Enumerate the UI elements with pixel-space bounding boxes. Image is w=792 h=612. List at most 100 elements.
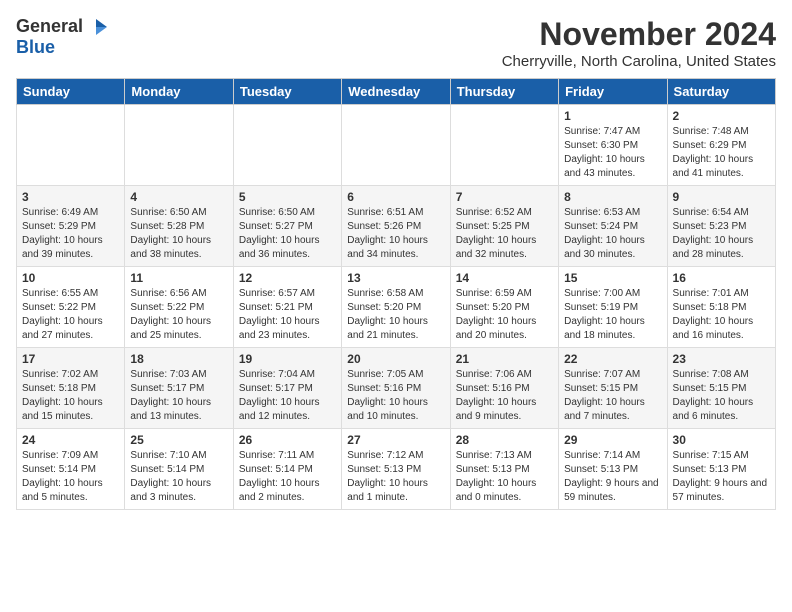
day-number: 3 <box>22 190 119 204</box>
day-number: 16 <box>673 271 770 285</box>
table-row: 4 Sunrise: 6:50 AMSunset: 5:28 PMDayligh… <box>125 186 233 267</box>
col-sunday: Sunday <box>17 79 125 105</box>
day-detail: Sunrise: 6:57 AMSunset: 5:21 PMDaylight:… <box>239 288 320 341</box>
table-row: 16 Sunrise: 7:01 AMSunset: 5:18 PMDaylig… <box>667 267 775 348</box>
logo-general-text: General <box>16 16 83 37</box>
day-detail: Sunrise: 7:10 AMSunset: 5:14 PMDaylight:… <box>130 450 211 503</box>
table-row: 24 Sunrise: 7:09 AMSunset: 5:14 PMDaylig… <box>17 429 125 510</box>
day-number: 8 <box>564 190 661 204</box>
calendar-week-row: 10 Sunrise: 6:55 AMSunset: 5:22 PMDaylig… <box>17 267 776 348</box>
col-wednesday: Wednesday <box>342 79 450 105</box>
day-detail: Sunrise: 7:13 AMSunset: 5:13 PMDaylight:… <box>456 450 537 503</box>
day-number: 7 <box>456 190 553 204</box>
day-number: 20 <box>347 352 444 366</box>
table-row: 11 Sunrise: 6:56 AMSunset: 5:22 PMDaylig… <box>125 267 233 348</box>
day-detail: Sunrise: 6:54 AMSunset: 5:23 PMDaylight:… <box>673 207 754 260</box>
day-number: 25 <box>130 433 227 447</box>
table-row: 2 Sunrise: 7:48 AMSunset: 6:29 PMDayligh… <box>667 105 775 186</box>
table-row: 14 Sunrise: 6:59 AMSunset: 5:20 PMDaylig… <box>450 267 558 348</box>
day-number: 15 <box>564 271 661 285</box>
day-detail: Sunrise: 7:09 AMSunset: 5:14 PMDaylight:… <box>22 450 103 503</box>
day-detail: Sunrise: 7:03 AMSunset: 5:17 PMDaylight:… <box>130 369 211 422</box>
table-row: 9 Sunrise: 6:54 AMSunset: 5:23 PMDayligh… <box>667 186 775 267</box>
table-row: 7 Sunrise: 6:52 AMSunset: 5:25 PMDayligh… <box>450 186 558 267</box>
table-row: 6 Sunrise: 6:51 AMSunset: 5:26 PMDayligh… <box>342 186 450 267</box>
day-number: 26 <box>239 433 336 447</box>
day-number: 14 <box>456 271 553 285</box>
day-detail: Sunrise: 7:47 AMSunset: 6:30 PMDaylight:… <box>564 126 645 179</box>
table-row <box>17 105 125 186</box>
location-title: Cherryville, North Carolina, United Stat… <box>502 53 776 70</box>
day-number: 29 <box>564 433 661 447</box>
day-detail: Sunrise: 7:05 AMSunset: 5:16 PMDaylight:… <box>347 369 428 422</box>
day-detail: Sunrise: 6:55 AMSunset: 5:22 PMDaylight:… <box>22 288 103 341</box>
table-row <box>450 105 558 186</box>
day-number: 12 <box>239 271 336 285</box>
day-detail: Sunrise: 6:59 AMSunset: 5:20 PMDaylight:… <box>456 288 537 341</box>
table-row: 13 Sunrise: 6:58 AMSunset: 5:20 PMDaylig… <box>342 267 450 348</box>
day-detail: Sunrise: 6:51 AMSunset: 5:26 PMDaylight:… <box>347 207 428 260</box>
day-detail: Sunrise: 7:15 AMSunset: 5:13 PMDaylight:… <box>673 450 768 503</box>
table-row: 22 Sunrise: 7:07 AMSunset: 5:15 PMDaylig… <box>559 348 667 429</box>
col-tuesday: Tuesday <box>233 79 341 105</box>
table-row: 20 Sunrise: 7:05 AMSunset: 5:16 PMDaylig… <box>342 348 450 429</box>
day-number: 2 <box>673 109 770 123</box>
table-row: 29 Sunrise: 7:14 AMSunset: 5:13 PMDaylig… <box>559 429 667 510</box>
table-row: 15 Sunrise: 7:00 AMSunset: 5:19 PMDaylig… <box>559 267 667 348</box>
day-number: 24 <box>22 433 119 447</box>
header: General Blue November 2024 Cherryville, … <box>16 16 776 70</box>
calendar-week-row: 24 Sunrise: 7:09 AMSunset: 5:14 PMDaylig… <box>17 429 776 510</box>
table-row: 19 Sunrise: 7:04 AMSunset: 5:17 PMDaylig… <box>233 348 341 429</box>
day-number: 22 <box>564 352 661 366</box>
day-number: 28 <box>456 433 553 447</box>
logo-flag-icon <box>85 17 107 37</box>
day-detail: Sunrise: 6:53 AMSunset: 5:24 PMDaylight:… <box>564 207 645 260</box>
table-row: 26 Sunrise: 7:11 AMSunset: 5:14 PMDaylig… <box>233 429 341 510</box>
logo: General Blue <box>16 16 107 58</box>
day-detail: Sunrise: 7:14 AMSunset: 5:13 PMDaylight:… <box>564 450 659 503</box>
table-row <box>342 105 450 186</box>
day-detail: Sunrise: 7:06 AMSunset: 5:16 PMDaylight:… <box>456 369 537 422</box>
table-row: 21 Sunrise: 7:06 AMSunset: 5:16 PMDaylig… <box>450 348 558 429</box>
title-area: November 2024 Cherryville, North Carolin… <box>502 16 776 70</box>
day-detail: Sunrise: 7:48 AMSunset: 6:29 PMDaylight:… <box>673 126 754 179</box>
day-number: 30 <box>673 433 770 447</box>
day-detail: Sunrise: 7:02 AMSunset: 5:18 PMDaylight:… <box>22 369 103 422</box>
day-number: 19 <box>239 352 336 366</box>
month-title: November 2024 <box>502 16 776 53</box>
calendar-week-row: 17 Sunrise: 7:02 AMSunset: 5:18 PMDaylig… <box>17 348 776 429</box>
day-detail: Sunrise: 7:00 AMSunset: 5:19 PMDaylight:… <box>564 288 645 341</box>
day-detail: Sunrise: 6:49 AMSunset: 5:29 PMDaylight:… <box>22 207 103 260</box>
table-row: 18 Sunrise: 7:03 AMSunset: 5:17 PMDaylig… <box>125 348 233 429</box>
table-row: 23 Sunrise: 7:08 AMSunset: 5:15 PMDaylig… <box>667 348 775 429</box>
day-detail: Sunrise: 7:01 AMSunset: 5:18 PMDaylight:… <box>673 288 754 341</box>
day-number: 17 <box>22 352 119 366</box>
day-number: 6 <box>347 190 444 204</box>
day-detail: Sunrise: 6:52 AMSunset: 5:25 PMDaylight:… <box>456 207 537 260</box>
col-friday: Friday <box>559 79 667 105</box>
day-detail: Sunrise: 6:58 AMSunset: 5:20 PMDaylight:… <box>347 288 428 341</box>
col-thursday: Thursday <box>450 79 558 105</box>
day-detail: Sunrise: 7:12 AMSunset: 5:13 PMDaylight:… <box>347 450 428 503</box>
day-detail: Sunrise: 7:07 AMSunset: 5:15 PMDaylight:… <box>564 369 645 422</box>
day-number: 11 <box>130 271 227 285</box>
table-row: 28 Sunrise: 7:13 AMSunset: 5:13 PMDaylig… <box>450 429 558 510</box>
table-row: 5 Sunrise: 6:50 AMSunset: 5:27 PMDayligh… <box>233 186 341 267</box>
day-detail: Sunrise: 7:08 AMSunset: 5:15 PMDaylight:… <box>673 369 754 422</box>
calendar-header-row: Sunday Monday Tuesday Wednesday Thursday… <box>17 79 776 105</box>
table-row: 10 Sunrise: 6:55 AMSunset: 5:22 PMDaylig… <box>17 267 125 348</box>
day-detail: Sunrise: 7:04 AMSunset: 5:17 PMDaylight:… <box>239 369 320 422</box>
day-number: 18 <box>130 352 227 366</box>
day-number: 23 <box>673 352 770 366</box>
table-row: 1 Sunrise: 7:47 AMSunset: 6:30 PMDayligh… <box>559 105 667 186</box>
table-row: 30 Sunrise: 7:15 AMSunset: 5:13 PMDaylig… <box>667 429 775 510</box>
day-number: 1 <box>564 109 661 123</box>
logo-blue-text: Blue <box>16 37 55 57</box>
calendar-table: Sunday Monday Tuesday Wednesday Thursday… <box>16 78 776 510</box>
day-detail: Sunrise: 7:11 AMSunset: 5:14 PMDaylight:… <box>239 450 320 503</box>
day-number: 10 <box>22 271 119 285</box>
day-number: 27 <box>347 433 444 447</box>
day-number: 21 <box>456 352 553 366</box>
day-number: 13 <box>347 271 444 285</box>
table-row: 17 Sunrise: 7:02 AMSunset: 5:18 PMDaylig… <box>17 348 125 429</box>
